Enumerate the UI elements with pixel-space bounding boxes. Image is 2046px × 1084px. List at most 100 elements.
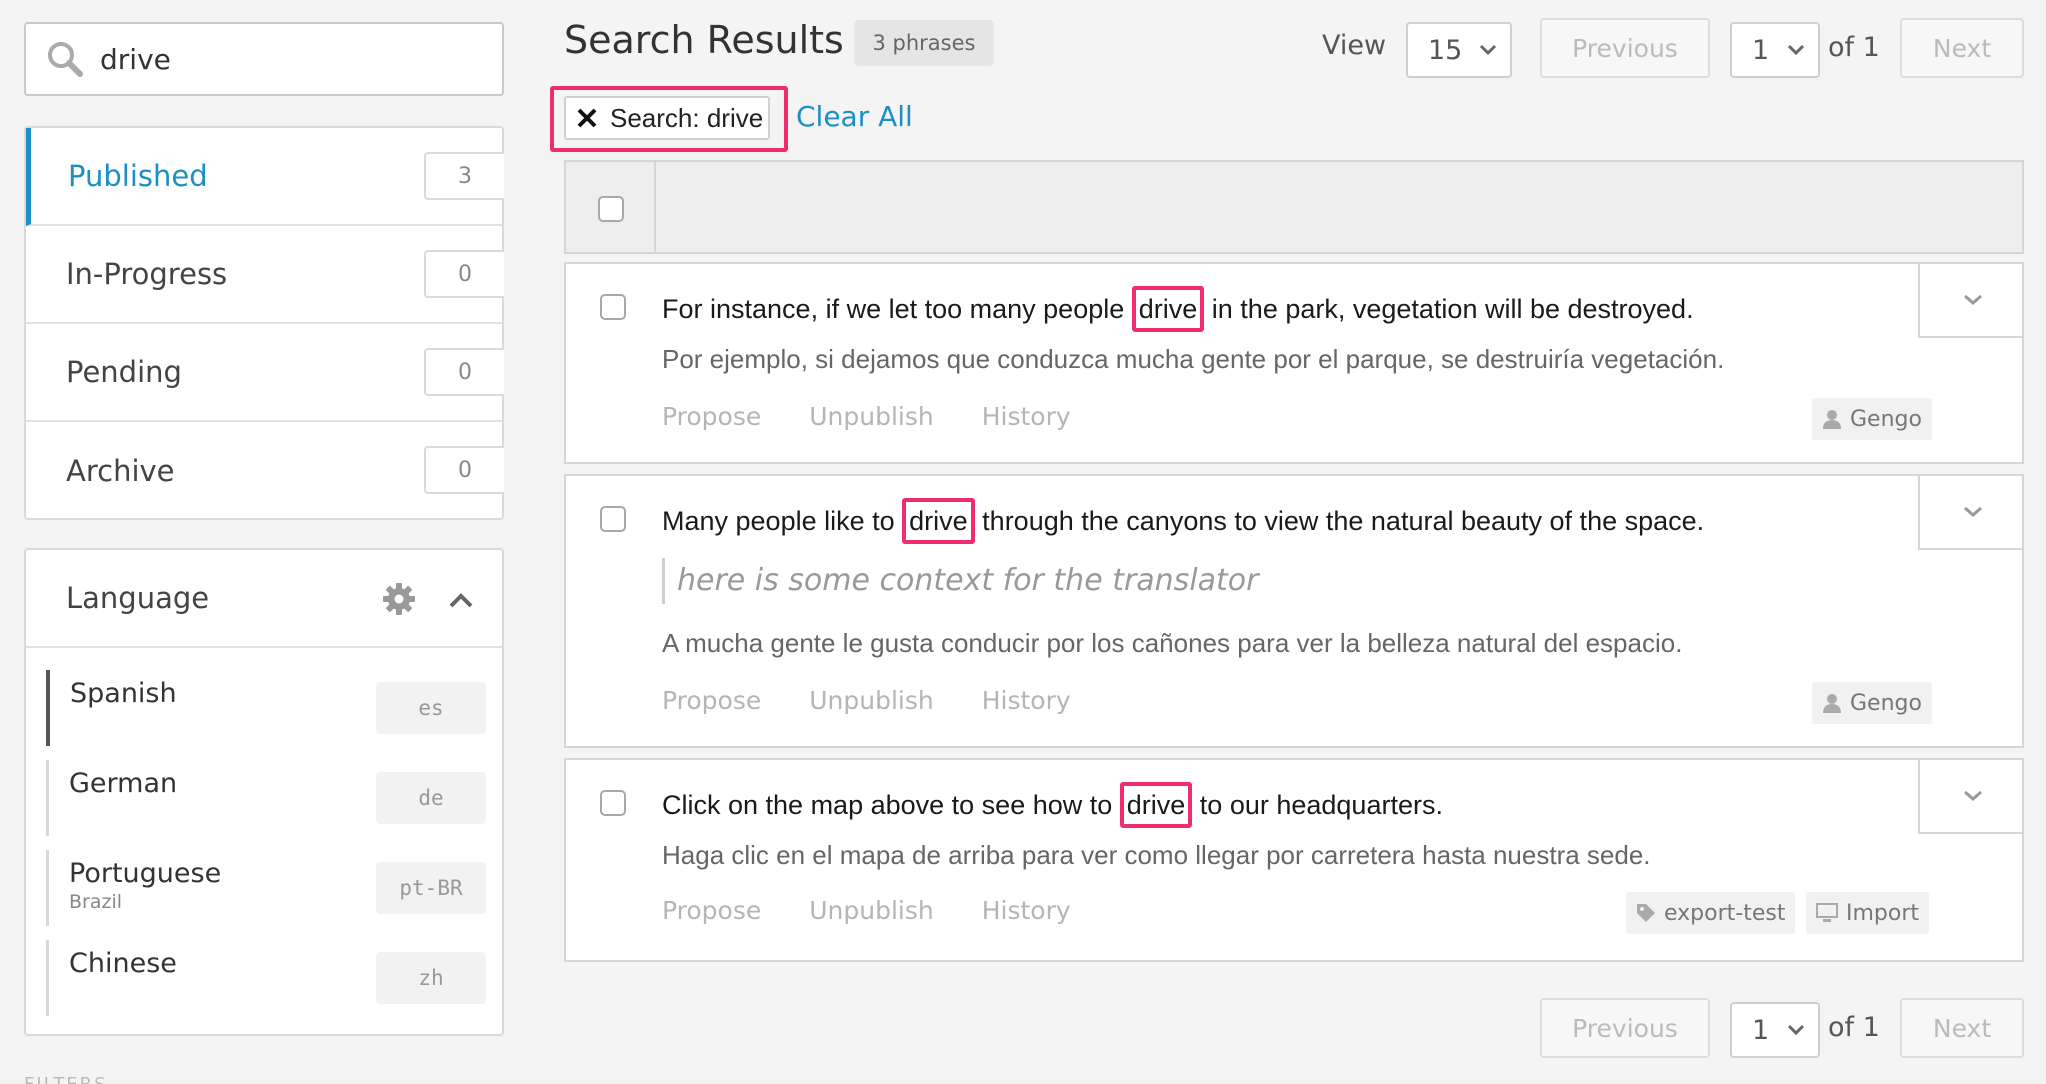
language-panel: Language Spanish es German de Portuguese…: [24, 548, 504, 1036]
search-match-highlight: drive: [1131, 286, 1205, 332]
search-filter-chip[interactable]: Search: drive: [564, 96, 770, 140]
status-in-progress[interactable]: In-Progress 0: [26, 226, 504, 324]
source-text-after: to our headquarters.: [1192, 790, 1443, 820]
chevron-down-icon: [1787, 1024, 1805, 1036]
next-button-bottom[interactable]: Next: [1900, 998, 2024, 1058]
search-box[interactable]: [24, 22, 504, 96]
chevron-down-icon: [1479, 44, 1497, 56]
translator-tag[interactable]: Gengo: [1812, 682, 1932, 724]
chevron-down-icon: [1787, 44, 1805, 56]
status-pending[interactable]: Pending 0: [26, 324, 504, 422]
page-select-bottom[interactable]: 1: [1730, 1002, 1820, 1058]
translator-tag[interactable]: Gengo: [1812, 398, 1932, 440]
source-text-before: Many people like to: [662, 506, 903, 536]
next-button-top[interactable]: Next: [1900, 18, 2024, 78]
status-count: 0: [424, 250, 504, 298]
source-text: For instance, if we let too many people …: [662, 286, 1694, 332]
source-text-before: Click on the map above to see how to: [662, 790, 1120, 820]
unpublish-link[interactable]: Unpublish: [809, 686, 934, 715]
filters-section-label: FILTERS: [24, 1074, 108, 1084]
history-link[interactable]: History: [982, 896, 1071, 925]
search-match-highlight: drive: [1119, 782, 1193, 828]
page-total-top: of 1: [1828, 32, 1880, 63]
page-select-value: 1: [1752, 34, 1770, 66]
chevron-down-icon: [1964, 790, 1982, 801]
search-match-highlight: drive: [902, 498, 975, 544]
result-card: Click on the map above to see how to dri…: [564, 758, 2024, 962]
language-item-spanish[interactable]: Spanish es: [46, 670, 486, 746]
source-tag[interactable]: Import: [1806, 892, 1930, 934]
monitor-icon: [1816, 903, 1838, 922]
chevron-down-icon: [1964, 506, 1982, 517]
translator-context-note: here is some context for the translator: [662, 558, 1258, 604]
search-input[interactable]: [100, 42, 480, 76]
translator-tag-label: Gengo: [1850, 690, 1922, 716]
user-icon: [1823, 410, 1841, 429]
result-actions: Propose Unpublish History: [662, 402, 1119, 431]
language-code: es: [376, 682, 486, 734]
result-checkbox[interactable]: [600, 294, 626, 320]
translator-tag-label: Gengo: [1850, 406, 1922, 432]
status-label: Archive: [66, 454, 175, 488]
language-code: zh: [376, 952, 486, 1004]
previous-button-bottom[interactable]: Previous: [1540, 998, 1710, 1058]
expand-toggle[interactable]: [1918, 474, 2024, 550]
history-link[interactable]: History: [982, 686, 1071, 715]
status-count: 0: [424, 348, 504, 396]
status-archive[interactable]: Archive 0: [26, 422, 504, 520]
select-all-bar: [564, 160, 2024, 254]
phrase-count-badge: 3 phrases: [854, 20, 994, 66]
language-item-chinese[interactable]: Chinese zh: [46, 940, 486, 1016]
propose-link[interactable]: Propose: [662, 402, 761, 431]
chevron-up-icon[interactable]: [446, 586, 476, 612]
search-icon: [44, 38, 86, 80]
clear-all-link[interactable]: Clear All: [796, 100, 913, 133]
view-per-page-value: 15: [1428, 34, 1463, 66]
expand-toggle[interactable]: [1918, 262, 2024, 338]
status-count: 3: [424, 152, 504, 200]
view-per-page-select[interactable]: 15: [1406, 22, 1512, 78]
propose-link[interactable]: Propose: [662, 686, 761, 715]
select-all-checkbox[interactable]: [598, 196, 624, 222]
language-panel-title: Language: [66, 581, 210, 615]
source-text-after: in the park, vegetation will be destroye…: [1204, 294, 1694, 324]
propose-link[interactable]: Propose: [662, 896, 761, 925]
translation-text: Haga clic en el mapa de arriba para ver …: [662, 840, 1651, 870]
source-text: Click on the map above to see how to dri…: [662, 782, 1443, 828]
unpublish-link[interactable]: Unpublish: [809, 896, 934, 925]
status-label: In-Progress: [66, 257, 228, 291]
language-item-german[interactable]: German de: [46, 760, 486, 836]
source-text-before: For instance, if we let too many people: [662, 294, 1132, 324]
result-card: Many people like to drive through the ca…: [564, 474, 2024, 748]
language-item-portuguese[interactable]: Portuguese Brazil pt-BR: [46, 850, 486, 926]
result-actions: Propose Unpublish History: [662, 686, 1119, 715]
gear-icon[interactable]: [382, 582, 416, 616]
chevron-down-icon: [1964, 294, 1982, 305]
language-code: de: [376, 772, 486, 824]
expand-toggle[interactable]: [1918, 758, 2024, 834]
history-link[interactable]: History: [982, 402, 1071, 431]
page-select-top[interactable]: 1: [1730, 22, 1820, 78]
page-select-value: 1: [1752, 1014, 1770, 1046]
close-icon[interactable]: [576, 107, 598, 129]
label-tag-label: export-test: [1664, 900, 1786, 926]
page-total-bottom: of 1: [1828, 1012, 1880, 1043]
status-label: Published: [68, 159, 208, 193]
view-label: View: [1322, 30, 1387, 61]
status-published[interactable]: Published 3: [26, 128, 504, 226]
divider: [654, 162, 656, 252]
tag-icon: [1637, 904, 1655, 922]
result-card: For instance, if we let too many people …: [564, 262, 2024, 464]
unpublish-link[interactable]: Unpublish: [809, 402, 934, 431]
page-title: Search Results: [564, 18, 844, 62]
result-checkbox[interactable]: [600, 506, 626, 532]
status-filter-panel: Published 3 In-Progress 0 Pending 0 Arch…: [24, 126, 504, 520]
source-text-after: through the canyons to view the natural …: [974, 506, 1705, 536]
status-label: Pending: [66, 355, 182, 389]
previous-button-top[interactable]: Previous: [1540, 18, 1710, 78]
label-tag[interactable]: export-test: [1626, 892, 1796, 934]
result-checkbox[interactable]: [600, 790, 626, 816]
translation-text: A mucha gente le gusta conducir por los …: [662, 628, 1683, 658]
result-actions: Propose Unpublish History: [662, 896, 1119, 925]
status-count: 0: [424, 446, 504, 494]
